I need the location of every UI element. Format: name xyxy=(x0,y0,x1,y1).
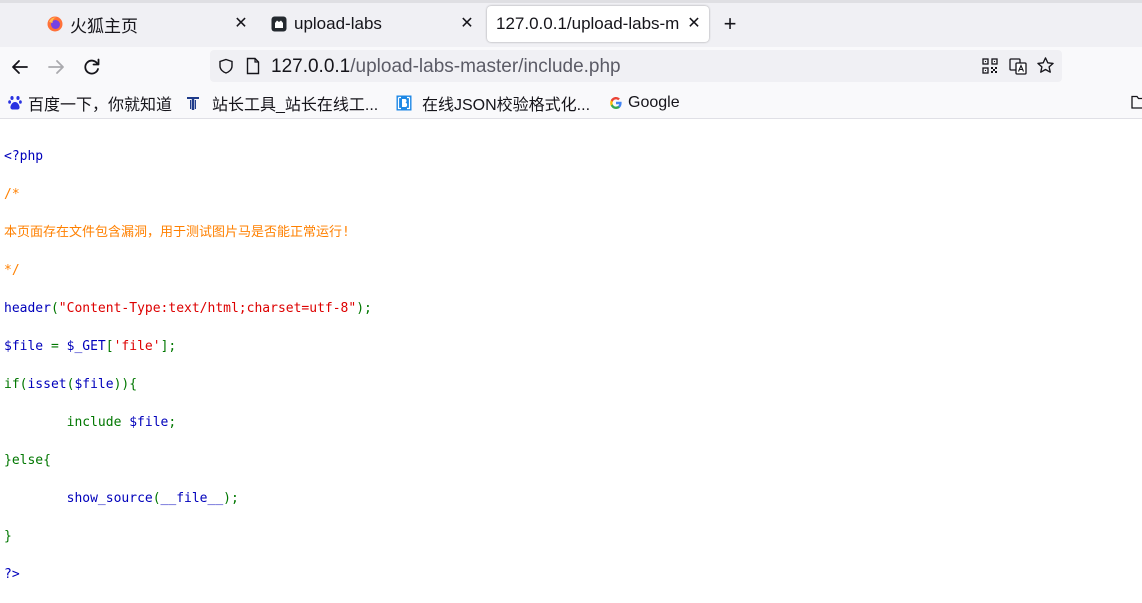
code-line: 本页面存在文件包含漏洞，用于测试图片马是否能正常运行! xyxy=(4,223,372,242)
bookmark-bejson[interactable]: 在线JSON校验格式化... xyxy=(396,93,591,114)
code-token: include xyxy=(4,415,130,430)
code-line: ?> xyxy=(4,565,372,584)
code-token: isset xyxy=(27,377,67,392)
code-token: $file xyxy=(4,339,51,354)
tab-title: 127.0.0.1/upload-labs-m xyxy=(496,14,679,33)
address-bar[interactable]: 127.0.0.1/upload-labs-master/include.php xyxy=(210,50,1062,82)
shield-icon[interactable] xyxy=(218,58,234,74)
google-icon xyxy=(610,97,622,109)
tab-strip: 火狐主页 ✕ upload-labs ✕ 127.0.0.1/upload-la… xyxy=(0,0,1142,47)
code-line: if(isset($file)){ xyxy=(4,375,372,394)
close-tab-icon[interactable]: ✕ xyxy=(232,15,250,33)
code-line: <?php xyxy=(4,147,372,166)
url-host: 127.0.0.1 xyxy=(271,56,351,77)
tab-huohu-home[interactable]: 火狐主页 ✕ xyxy=(36,6,258,42)
code-line: header("Content-Type:text/html;charset=u… xyxy=(4,299,372,318)
code-token: ); xyxy=(223,491,239,506)
code-token: } xyxy=(4,529,12,544)
code-line: */ xyxy=(4,261,372,280)
code-line: include $file; xyxy=(4,413,372,432)
github-icon xyxy=(271,16,287,32)
code-string: 'file' xyxy=(113,339,161,354)
code-token: ( xyxy=(152,491,161,506)
code-token: = xyxy=(50,339,67,354)
chinaz-icon xyxy=(187,97,199,110)
close-tab-icon[interactable]: ✕ xyxy=(685,15,703,33)
bookmark-chinaz[interactable]: 站长工具_站长在线工... xyxy=(186,93,379,114)
tab-title: 火狐主页 xyxy=(70,16,138,36)
new-tab-button[interactable]: + xyxy=(720,13,740,35)
url-text[interactable]: 127.0.0.1/upload-labs-master/include.php xyxy=(271,56,621,78)
baidu-icon xyxy=(8,96,22,110)
translate-icon[interactable] xyxy=(1009,57,1027,75)
reload-icon[interactable] xyxy=(81,56,103,78)
close-tab-icon[interactable]: ✕ xyxy=(458,15,476,33)
code-line: }else{ xyxy=(4,451,372,470)
php-source-code: <?php /* 本页面存在文件包含漏洞，用于测试图片马是否能正常运行! */ … xyxy=(4,128,372,603)
code-line: /* xyxy=(4,185,372,204)
bookmark-baidu[interactable]: 百度一下，你就知道 xyxy=(8,93,173,114)
code-token: show_source xyxy=(66,491,153,506)
tab-strip-divider xyxy=(0,0,1142,3)
bookmark-star-icon[interactable] xyxy=(1036,56,1055,75)
code-token: ; xyxy=(168,415,177,430)
tab-upload-labs[interactable]: upload-labs ✕ xyxy=(260,6,484,42)
code-comment: 本页面存在文件包含漏洞，用于测试图片马是否能正常运行! xyxy=(4,225,350,240)
code-line: } xyxy=(4,527,372,546)
url-path: /upload-labs-master/include.php xyxy=(350,56,621,77)
firefox-icon xyxy=(47,16,63,32)
code-token: $_GET xyxy=(66,339,106,354)
bookmark-label: 在线JSON校验格式化... xyxy=(422,97,591,114)
code-comment: /* xyxy=(4,187,20,202)
code-token: header xyxy=(4,301,51,316)
code-token: if( xyxy=(4,377,28,392)
code-token: ); xyxy=(356,301,372,316)
bookmark-label: 百度一下，你就知道 xyxy=(28,97,173,114)
code-line: show_source(__file__); xyxy=(4,489,372,508)
code-token: )){ xyxy=(113,377,138,392)
bookmark-google[interactable]: Google xyxy=(609,93,680,113)
forward-arrow-icon[interactable] xyxy=(45,56,67,78)
code-token: $file xyxy=(74,377,114,392)
code-line: $file = $_GET['file']; xyxy=(4,337,372,356)
code-token: ( xyxy=(50,301,59,316)
code-token: $file xyxy=(129,415,169,430)
back-arrow-icon[interactable] xyxy=(9,56,31,78)
code-token: [ xyxy=(105,339,114,354)
code-token: <?php xyxy=(4,149,44,164)
code-string: "Content-Type:text/html;charset=utf-8" xyxy=(58,301,357,316)
code-token: __file__ xyxy=(160,491,224,506)
qr-code-icon[interactable] xyxy=(982,58,998,74)
bookmarks-toolbar: 百度一下，你就知道 站长工具_站长在线工... 在线JSON校验格式化... G… xyxy=(0,87,1142,119)
code-token: ?> xyxy=(4,567,20,582)
code-comment: */ xyxy=(4,263,20,278)
code-token: ]; xyxy=(160,339,177,354)
navigation-bar: 127.0.0.1/upload-labs-master/include.php xyxy=(0,47,1142,87)
code-token: }else{ xyxy=(4,453,51,468)
bejson-icon xyxy=(396,95,412,111)
page-info-icon[interactable] xyxy=(245,57,261,75)
tab-title: upload-labs xyxy=(294,14,382,33)
bookmark-label: 站长工具_站长在线工... xyxy=(212,97,379,114)
tab-include-php[interactable]: 127.0.0.1/upload-labs-m ✕ xyxy=(487,6,709,42)
bookmark-label: Google xyxy=(628,94,680,111)
folder-icon[interactable] xyxy=(1131,95,1142,109)
